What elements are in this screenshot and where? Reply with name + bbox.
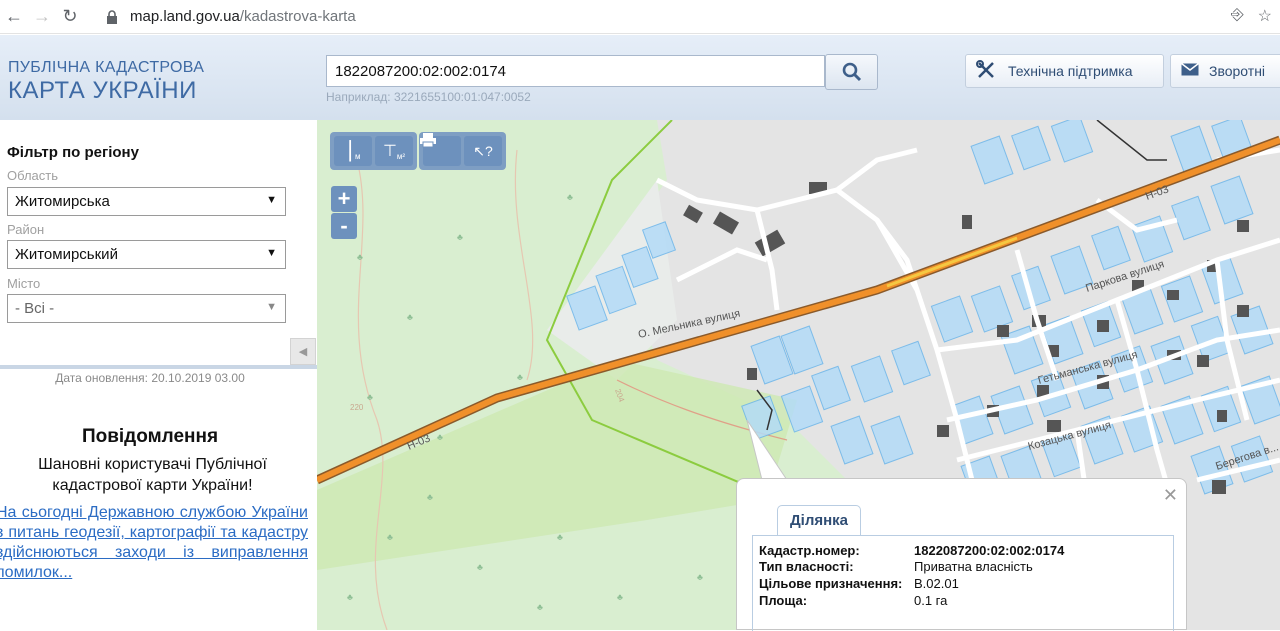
ruler-icon: ⎮ <box>345 140 355 161</box>
field-value: Приватна власність <box>914 559 1033 574</box>
measure-area-unit: м² <box>396 151 406 161</box>
search-icon <box>842 62 861 82</box>
svg-text:♣: ♣ <box>517 372 523 382</box>
svg-text:♣: ♣ <box>437 432 443 442</box>
dropdown-arrow-icon: ▼ <box>266 247 277 259</box>
district-select[interactable]: Житомирський ▼ <box>7 240 286 269</box>
city-select[interactable]: - Всі - ▼ <box>7 294 286 323</box>
svg-text:♣: ♣ <box>427 492 433 502</box>
sidebar: Фільтр по регіону Область Житомирська ▼ Р… <box>0 120 317 630</box>
svg-text:♣: ♣ <box>567 192 573 202</box>
measure-length-button[interactable]: ⎮ м <box>334 136 372 166</box>
feedback-button[interactable]: Зворотні <box>1170 54 1280 88</box>
svg-text:♣: ♣ <box>387 532 393 542</box>
svg-text:♣: ♣ <box>357 252 363 262</box>
field-value: В.02.01 <box>914 576 959 591</box>
notice-link[interactable]: На сьогодні Державною службою України з … <box>0 503 308 583</box>
url-host: map.land.gov.ua <box>130 8 240 25</box>
district-value: Житомирський <box>15 246 118 263</box>
field-key: Площа: <box>759 593 808 608</box>
close-icon[interactable]: ✕ <box>1163 485 1178 506</box>
region-label: Область <box>7 168 59 183</box>
feedback-label: Зворотні <box>1209 63 1266 79</box>
svg-text:♣: ♣ <box>617 592 623 602</box>
area-icon: ⊤ <box>382 143 397 160</box>
parcel-popup: ✕ Ділянка Кадастр.номер: 1822087200:02:00… <box>736 478 1187 631</box>
svg-text:♣: ♣ <box>557 532 563 542</box>
back-icon[interactable]: ← <box>0 3 28 31</box>
notice-text: Шановні користувачі Публічної кадастрово… <box>38 456 267 494</box>
identify-button[interactable]: ↖? <box>464 136 502 166</box>
action-toolbar: ↖? <box>419 132 506 170</box>
browser-toolbar: ← → ↻ map.land.gov.ua/kadastrova-karta ⎆… <box>0 0 1280 34</box>
contour-label: 220 <box>350 403 364 412</box>
print-button[interactable] <box>420 133 461 166</box>
svg-text:♣: ♣ <box>367 392 373 402</box>
svg-text:♣: ♣ <box>697 572 703 582</box>
reload-icon[interactable]: ↻ <box>56 3 84 31</box>
support-label: Технічна підтримка <box>1008 63 1133 79</box>
zoom-out-button[interactable]: - <box>331 213 357 239</box>
svg-text:♣: ♣ <box>537 602 543 612</box>
notice-title: Повідомлення <box>81 426 219 447</box>
region-select[interactable]: Житомирська ▼ <box>7 187 286 216</box>
dropdown-arrow-icon: ▼ <box>266 301 277 313</box>
field-key: Тип власності: <box>759 559 854 574</box>
logo-line1: ПУБЛІЧНА КАДАСТРОВА <box>8 59 205 76</box>
forward-icon[interactable]: → <box>28 3 56 31</box>
svg-text:♣: ♣ <box>347 592 353 602</box>
parcel-info: Кадастр.номер: 1822087200:02:002:0174 Тип… <box>752 535 1174 631</box>
measure-length-unit: м <box>354 151 361 161</box>
tools-icon <box>976 59 996 83</box>
dropdown-arrow-icon: ▼ <box>266 194 277 206</box>
zoom-in-button[interactable]: + <box>331 186 357 212</box>
cadastral-search-input[interactable] <box>326 55 825 87</box>
translate-icon[interactable]: ⎆ <box>1231 6 1244 26</box>
update-date: Дата оновлення: 20.10.2019 03.00 <box>55 371 245 385</box>
sidebar-divider <box>0 365 317 369</box>
plus-icon: + <box>337 186 351 211</box>
site-header: ПУБЛІЧНА КАДАСТРОВА КАРТА УКРАЇНИ Наприк… <box>0 35 1280 120</box>
svg-text:♣: ♣ <box>477 562 483 572</box>
measure-area-button[interactable]: ⊤ м² <box>375 136 413 166</box>
measure-toolbar: ⎮ м ⊤ м² <box>330 132 417 170</box>
tab-parcel[interactable]: Ділянка <box>777 505 861 535</box>
minus-icon: - <box>340 213 348 238</box>
bookmark-star-icon[interactable]: ☆ <box>1258 6 1272 26</box>
field-key: Кадастр.номер: <box>759 543 860 558</box>
chevron-left-icon: ◀ <box>298 346 308 358</box>
region-value: Житомирська <box>15 193 110 210</box>
logo-line2: КАРТА УКРАЇНИ <box>8 77 197 104</box>
search-hint: Наприклад: 3221655100:01:047:0052 <box>326 90 531 104</box>
city-value: - Всі - <box>15 300 55 317</box>
filter-title: Фільтр по регіону <box>7 144 139 161</box>
cursor-question-icon: ↖? <box>473 142 493 159</box>
address-bar[interactable]: map.land.gov.ua/kadastrova-karta <box>130 8 356 25</box>
field-key: Цільове призначення: <box>759 576 903 591</box>
field-value: 0.1 га <box>914 593 948 608</box>
collapse-sidebar-button[interactable]: ◀ <box>290 338 316 365</box>
lock-icon <box>106 9 120 24</box>
url-path: /kadastrova-karta <box>239 8 356 25</box>
field-value: 1822087200:02:002:0174 <box>914 543 1065 558</box>
district-label: Район <box>7 222 45 237</box>
svg-text:♣: ♣ <box>457 232 463 242</box>
svg-text:♣: ♣ <box>407 312 413 322</box>
city-label: Місто <box>7 276 41 291</box>
search-button[interactable] <box>825 54 878 90</box>
envelope-icon <box>1181 62 1199 79</box>
printer-icon <box>420 133 436 148</box>
support-button[interactable]: Технічна підтримка <box>965 54 1164 88</box>
